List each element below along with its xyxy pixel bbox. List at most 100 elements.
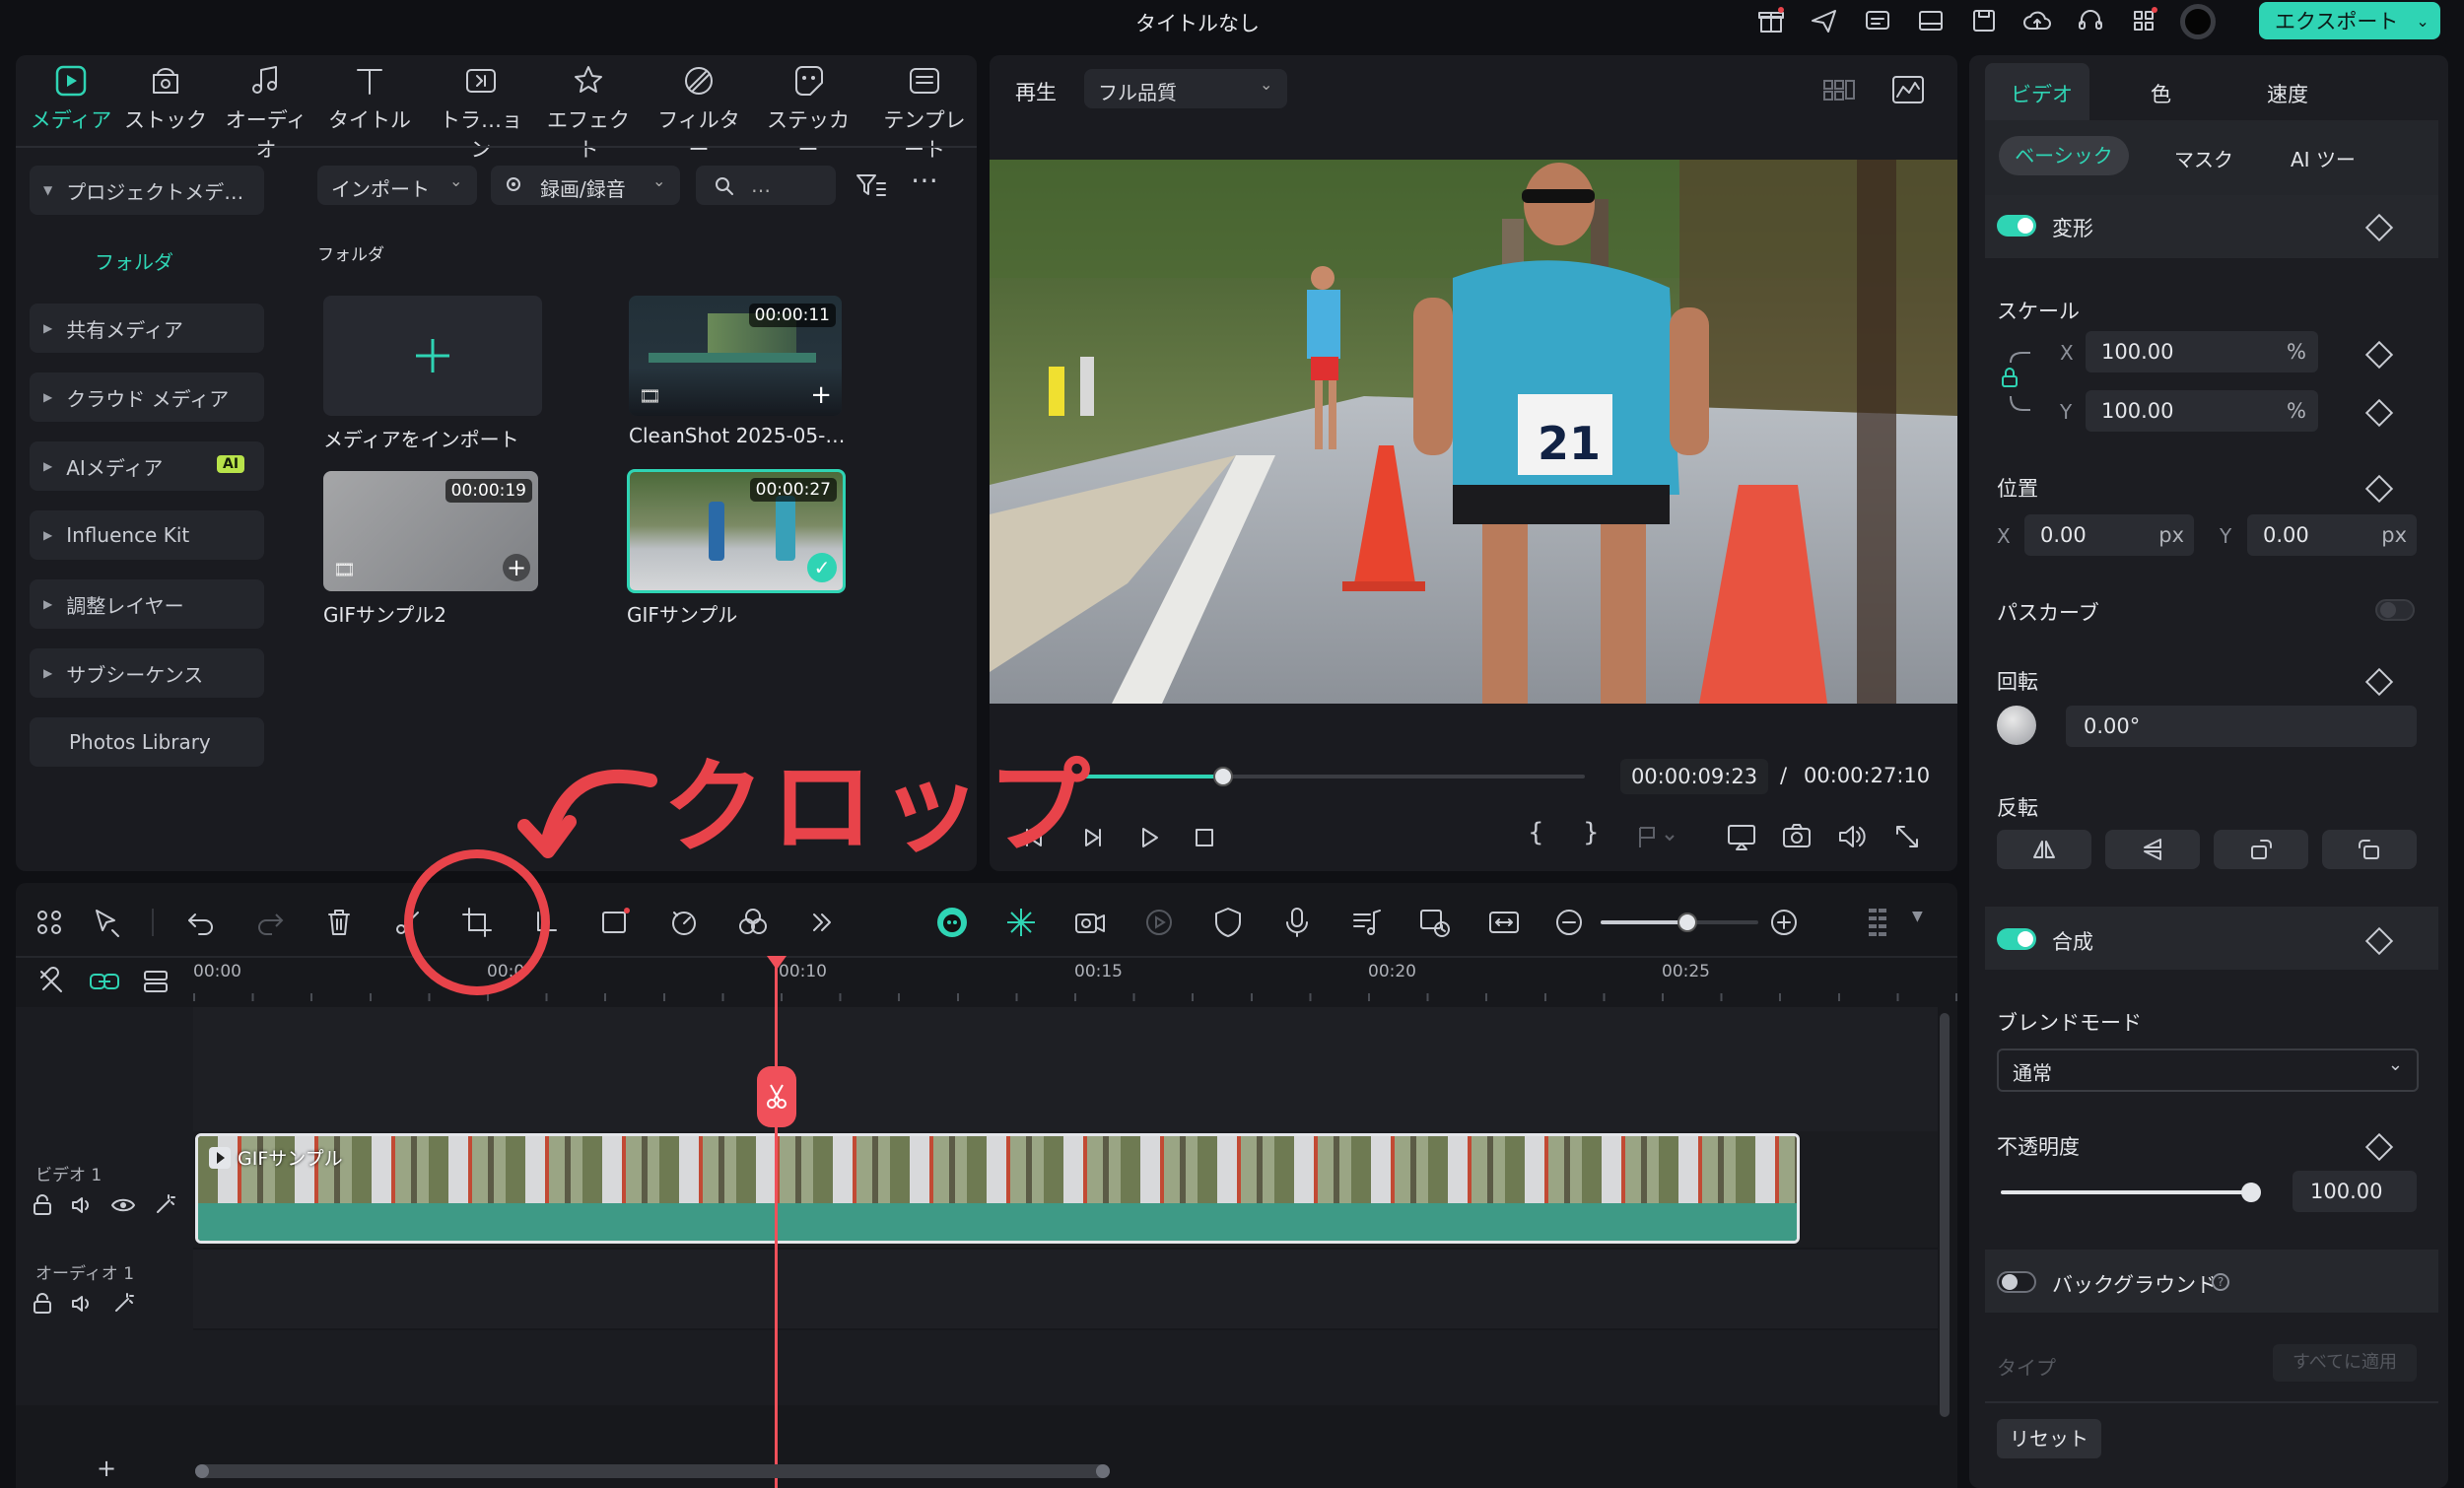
speaker-icon[interactable] <box>69 1291 95 1317</box>
rotate-right-button[interactable] <box>2214 830 2308 869</box>
more-icon[interactable]: ⋯ <box>911 164 938 196</box>
tab-template[interactable]: テンプレート <box>877 61 972 162</box>
zoom-slider[interactable] <box>1601 913 1758 932</box>
lock-icon[interactable] <box>30 1291 55 1317</box>
tab-color[interactable]: 色 <box>2151 79 2171 108</box>
apply-all-button[interactable]: すべてに適用 <box>2273 1344 2417 1382</box>
scrollbar-left-handle[interactable] <box>195 1464 209 1478</box>
scale-x-field[interactable]: 100.00 % <box>2086 331 2318 372</box>
split-handle[interactable] <box>757 1066 796 1127</box>
background-toggle[interactable] <box>1997 1271 2036 1293</box>
transform-toggle[interactable] <box>1997 215 2036 237</box>
shield-icon[interactable] <box>1210 905 1246 940</box>
support-icon[interactable] <box>2074 4 2107 37</box>
position-y-field[interactable]: 0.00 px <box>2247 514 2417 556</box>
timeline-video-clip[interactable]: GIFサンプル <box>195 1133 1800 1244</box>
cloud-upload-icon[interactable] <box>2020 4 2054 37</box>
marker-icon[interactable] <box>1632 822 1681 853</box>
quality-dropdown[interactable]: フル品質 ⌄ <box>1084 69 1287 108</box>
subtab-basic[interactable]: ベーシック <box>1999 136 2129 175</box>
video-preview[interactable]: 21 <box>990 160 1957 704</box>
stop-icon[interactable] <box>1189 822 1220 853</box>
player-progress-track[interactable] <box>1019 767 1585 786</box>
tab-stock[interactable]: ストック <box>118 61 213 140</box>
timeline-vertical-scrollbar[interactable] <box>1940 1013 1950 1417</box>
magic-wand-icon[interactable] <box>110 1291 136 1317</box>
opacity-field[interactable]: 100.00 <box>2293 1171 2417 1212</box>
record-dropdown[interactable]: 録画/録音 ⌄ <box>491 166 680 205</box>
chevron-down-icon[interactable]: ▼ <box>1912 909 1923 924</box>
tab-effect[interactable]: エフェクト <box>541 61 636 162</box>
reset-button[interactable]: リセット <box>1997 1419 2101 1458</box>
zoom-out-icon[interactable] <box>1551 905 1587 940</box>
clip-sync-icon[interactable] <box>1417 905 1453 940</box>
tab-media[interactable]: メディア <box>24 61 118 140</box>
sidebar-item-adjustment-layer[interactable]: ▶ 調整レイヤー <box>30 579 264 629</box>
fit-width-icon[interactable] <box>1486 905 1522 940</box>
redo-icon[interactable] <box>252 905 288 940</box>
more-tools-icon[interactable] <box>804 905 840 940</box>
track-manager-icon[interactable] <box>140 966 171 997</box>
composite-toggle[interactable] <box>1997 928 2036 950</box>
sidebar-item-influence-kit[interactable]: ▶ Influence Kit <box>30 510 264 560</box>
import-media-tile[interactable] <box>323 296 542 416</box>
link-clips-icon[interactable] <box>87 966 122 997</box>
caption-icon[interactable] <box>1861 4 1894 37</box>
media-clip-gif-sample-2[interactable]: 00:00:19 🎞 + <box>323 471 538 591</box>
track-layout-icon[interactable] <box>1863 905 1898 940</box>
rotation-dial[interactable] <box>1997 706 2036 745</box>
display-settings-icon[interactable] <box>1725 820 1758 853</box>
scope-chart-icon[interactable] <box>1890 73 1926 106</box>
record-camera-icon[interactable] <box>1072 905 1108 940</box>
speaker-icon[interactable] <box>69 1192 95 1218</box>
media-clip-gif-sample[interactable]: 00:00:27 ✓ <box>627 469 846 593</box>
search-input[interactable]: … <box>696 166 836 205</box>
eye-icon[interactable] <box>110 1192 136 1218</box>
layout-icon[interactable] <box>1914 4 1948 37</box>
sidebar-folder[interactable]: フォルダ <box>95 246 173 275</box>
tab-speed[interactable]: 速度 <box>2267 79 2308 108</box>
delete-icon[interactable] <box>321 905 357 940</box>
flip-vertical-button[interactable] <box>2105 830 2200 869</box>
volume-icon[interactable] <box>1835 820 1869 853</box>
sidebar-item-cloud-media[interactable]: ▶ クラウド メディア <box>30 372 264 422</box>
tab-transition[interactable]: トラ…ョン <box>434 61 528 162</box>
tab-video[interactable]: ビデオ <box>1985 63 2089 120</box>
auto-highlight-icon[interactable] <box>1003 905 1039 940</box>
color-match-icon[interactable] <box>735 905 771 940</box>
opacity-slider[interactable] <box>2001 1183 2261 1202</box>
grid-menu-icon[interactable] <box>32 905 67 940</box>
path-curve-toggle[interactable] <box>2375 599 2415 621</box>
zoom-slider-knob[interactable] <box>1677 913 1697 932</box>
subtab-mask[interactable]: マスク <box>2174 144 2233 172</box>
player-progress-knob[interactable] <box>1213 767 1233 786</box>
tab-title[interactable]: タイトル <box>322 61 417 140</box>
media-clip-cleanshot[interactable]: 00:00:11 🎞 + <box>629 296 842 416</box>
magic-wand-icon[interactable] <box>152 1192 177 1218</box>
sidebar-project-media[interactable]: ▼ プロジェクトメデ… <box>30 166 264 215</box>
tab-sticker[interactable]: ステッカー <box>761 61 856 162</box>
send-icon[interactable] <box>1808 4 1841 37</box>
subtab-ai-tools[interactable]: AI ツー <box>2291 144 2356 172</box>
mark-in-icon[interactable]: { <box>1528 818 1544 847</box>
grid-view-icon[interactable] <box>1821 75 1857 104</box>
sidebar-item-photos-library[interactable]: Photos Library <box>30 717 264 767</box>
rotate-left-button[interactable] <box>2322 830 2417 869</box>
scrollbar-right-handle[interactable] <box>1096 1464 1110 1478</box>
magnet-snap-icon[interactable] <box>35 966 67 997</box>
sidebar-item-ai-media[interactable]: ▶ AIメディア AI <box>30 441 264 491</box>
apps-grid-icon[interactable] <box>2127 4 2160 37</box>
audio-mixer-icon[interactable] <box>1348 905 1384 940</box>
render-preview-icon[interactable] <box>1141 905 1177 940</box>
timeline-horizontal-scrollbar[interactable] <box>195 1464 1110 1478</box>
blend-mode-dropdown[interactable]: 通常 ⌄ <box>1997 1048 2419 1092</box>
fullscreen-icon[interactable] <box>1890 820 1924 853</box>
microphone-icon[interactable] <box>1279 905 1315 940</box>
snapshot-camera-icon[interactable] <box>1780 820 1814 853</box>
frame-icon[interactable] <box>597 905 633 940</box>
avatar[interactable] <box>2180 4 2216 39</box>
scale-y-field[interactable]: 100.00 % <box>2086 390 2318 432</box>
playhead-line[interactable] <box>775 960 778 1488</box>
mark-out-icon[interactable]: } <box>1583 818 1600 847</box>
opacity-slider-knob[interactable] <box>2241 1183 2261 1202</box>
